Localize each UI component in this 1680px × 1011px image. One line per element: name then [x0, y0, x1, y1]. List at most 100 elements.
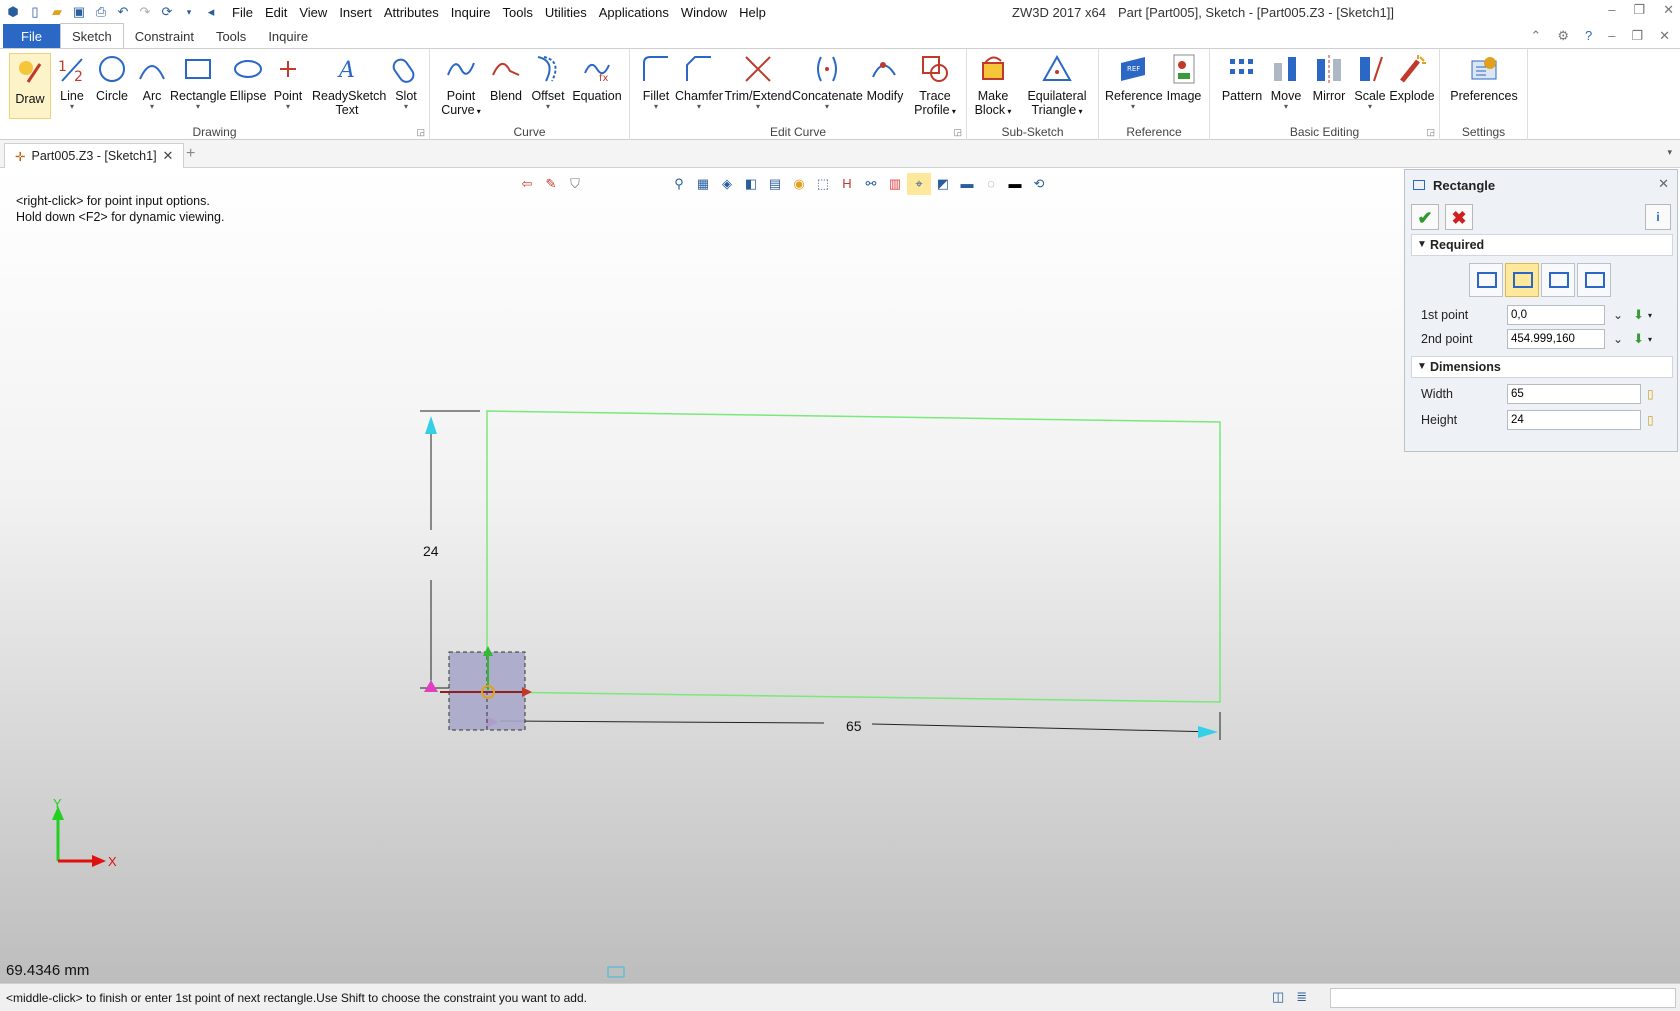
second-point-field[interactable] [1507, 329, 1605, 349]
grid-icon[interactable]: ▤ [763, 173, 787, 195]
command-input[interactable] [1330, 988, 1676, 1008]
point-dropdown-icon[interactable]: ▾ [270, 103, 306, 111]
reference-dropdown-icon[interactable]: ▾ [1105, 103, 1161, 111]
tab-inquire[interactable]: Inquire [257, 24, 319, 48]
blend-button[interactable]: Blend [486, 53, 526, 103]
line-dropdown-icon[interactable]: ▾ [54, 103, 90, 111]
redo-icon[interactable]: ↷ [136, 3, 154, 21]
trace-dropdown-icon[interactable]: ▾ [950, 107, 956, 116]
restore-icon[interactable]: ❐ [1633, 2, 1645, 18]
display-icon[interactable]: ▬ [955, 173, 979, 195]
move-button[interactable]: Move ▾ [1266, 53, 1306, 111]
section-required[interactable]: ▼ Required [1411, 234, 1673, 256]
color-icon[interactable]: ▥ [883, 173, 907, 195]
menu-view[interactable]: View [293, 3, 333, 22]
tab-constraint[interactable]: Constraint [124, 24, 205, 48]
origin-x-arrow-icon[interactable] [522, 687, 532, 697]
rectangle-preview[interactable] [486, 410, 1221, 703]
height-arrow-icon[interactable] [425, 416, 437, 434]
second-point-expand-icon[interactable]: ⌄ [1613, 332, 1623, 346]
status-list-icon[interactable]: ≣ [1296, 989, 1307, 1005]
collapse-required-icon[interactable]: ▼ [1417, 235, 1427, 255]
menu-tools[interactable]: Tools [497, 3, 539, 22]
preferences-button[interactable]: Preferences [1446, 53, 1522, 103]
second-point-pick-icon[interactable]: ⬇ [1633, 331, 1644, 347]
point-curve-dropdown-icon[interactable]: ▾ [475, 107, 481, 116]
circle-button[interactable]: Circle [94, 53, 130, 103]
mode-three-point-icon[interactable] [1577, 263, 1611, 297]
select-mode-icon[interactable]: ⌖ [907, 173, 931, 195]
ellipse-button[interactable]: Ellipse [228, 53, 268, 103]
trace-profile-button[interactable]: Trace Profile ▾ [912, 53, 958, 119]
save-icon[interactable]: ▣ [70, 3, 88, 21]
explode-button[interactable]: Explode [1388, 53, 1436, 103]
eraser-icon[interactable]: ✎ [539, 173, 563, 195]
section-dimensions[interactable]: ▼ Dimensions [1411, 356, 1673, 378]
width-field[interactable] [1507, 384, 1641, 404]
equation-button[interactable]: fx Equation [570, 53, 624, 103]
tab-file[interactable]: File [3, 24, 60, 48]
arc-button[interactable]: Arc ▾ [134, 53, 170, 111]
menu-file[interactable]: File [226, 3, 259, 22]
zoom-fit-icon[interactable]: ⬚ [811, 173, 835, 195]
line-button[interactable]: 12 Line ▾ [54, 53, 90, 111]
rectangle-dropdown-icon[interactable]: ▾ [170, 103, 226, 111]
triangle-dropdown-icon[interactable]: ▾ [1076, 107, 1082, 116]
drawing-launcher-icon[interactable]: ◲ [416, 127, 425, 138]
add-tab-icon[interactable]: + [186, 145, 195, 163]
image-button[interactable]: Image [1163, 53, 1205, 103]
basic-editing-launcher-icon[interactable]: ◲ [1426, 127, 1435, 138]
menu-edit[interactable]: Edit [259, 3, 293, 22]
orient-icon[interactable]: ◩ [931, 173, 955, 195]
trim-extend-button[interactable]: Trim/Extend ▾ [724, 53, 792, 111]
status-layout-icon[interactable]: ◫ [1272, 989, 1284, 1005]
edit-curve-launcher-icon[interactable]: ◲ [953, 127, 962, 138]
line-weight-icon[interactable]: ▬ [1003, 173, 1027, 195]
menu-utilities[interactable]: Utilities [539, 3, 593, 22]
first-point-expand-icon[interactable]: ⌄ [1613, 308, 1623, 322]
width-arrow-icon[interactable] [1198, 726, 1218, 738]
menu-window[interactable]: Window [675, 3, 733, 22]
chamfer-button[interactable]: Chamfer ▾ [674, 53, 724, 111]
dropdown-icon[interactable]: ▾ [180, 3, 198, 21]
pick-filter-icon[interactable]: ⚲ [667, 173, 691, 195]
mode-center-edge-icon[interactable] [1541, 263, 1575, 297]
equilateral-triangle-button[interactable]: Equilateral Triangle ▾ [1019, 53, 1095, 119]
point-curve-button[interactable]: Point Curve ▾ [440, 53, 482, 119]
layout-icon[interactable]: ◧ [739, 173, 763, 195]
minimize-icon[interactable]: – [1608, 2, 1615, 18]
concatenate-button[interactable]: Concatenate ▾ [792, 53, 863, 111]
chamfer-dropdown-icon[interactable]: ▾ [674, 103, 724, 111]
first-point-dropdown-icon[interactable]: ▾ [1648, 311, 1652, 320]
pattern-button[interactable]: Pattern [1220, 53, 1264, 103]
offset-button[interactable]: Offset ▾ [528, 53, 568, 111]
width-dimension-value[interactable]: 65 [846, 718, 862, 734]
panel-close-icon[interactable]: ✕ [1658, 176, 1669, 192]
collapse-dimensions-icon[interactable]: ▼ [1417, 357, 1427, 377]
menu-insert[interactable]: Insert [333, 3, 378, 22]
fillet-dropdown-icon[interactable]: ▾ [636, 103, 676, 111]
info-icon[interactable]: i [1645, 204, 1671, 230]
fillet-button[interactable]: Fillet ▾ [636, 53, 676, 111]
settings-gear-icon[interactable]: ⚙ [1557, 28, 1569, 44]
first-point-pick-icon[interactable]: ⬇ [1633, 307, 1644, 323]
height-field[interactable] [1507, 410, 1641, 430]
minimize-doc-icon[interactable]: – [1608, 28, 1615, 44]
hidden-lines-icon[interactable]: ◌ [979, 173, 1003, 195]
rectangle-button[interactable]: Rectangle ▾ [170, 53, 226, 111]
first-point-field[interactable] [1507, 305, 1605, 325]
rotate-view-icon[interactable]: ⟲ [1027, 173, 1051, 195]
scale-button[interactable]: Scale ▾ [1350, 53, 1390, 111]
ok-checkmark-icon[interactable]: ✔ [1411, 204, 1439, 230]
document-tab[interactable]: ✛ Part005.Z3 - [Sketch1] ✕ [4, 143, 185, 168]
mode-center-icon[interactable] [1469, 263, 1503, 297]
cancel-x-icon[interactable]: ✖ [1445, 204, 1473, 230]
second-point-dropdown-icon[interactable]: ▾ [1648, 335, 1652, 344]
close-doc-icon[interactable]: ✕ [1659, 28, 1670, 44]
reference-button[interactable]: REF Reference ▾ [1105, 53, 1163, 111]
trim-dropdown-icon[interactable]: ▾ [724, 103, 792, 111]
filter-icon[interactable]: ⛉ [563, 173, 587, 195]
dimension-display-icon[interactable]: H [835, 173, 859, 195]
height-lock-icon[interactable]: ▯ [1647, 413, 1654, 427]
new-file-icon[interactable]: ▯ [26, 3, 44, 21]
